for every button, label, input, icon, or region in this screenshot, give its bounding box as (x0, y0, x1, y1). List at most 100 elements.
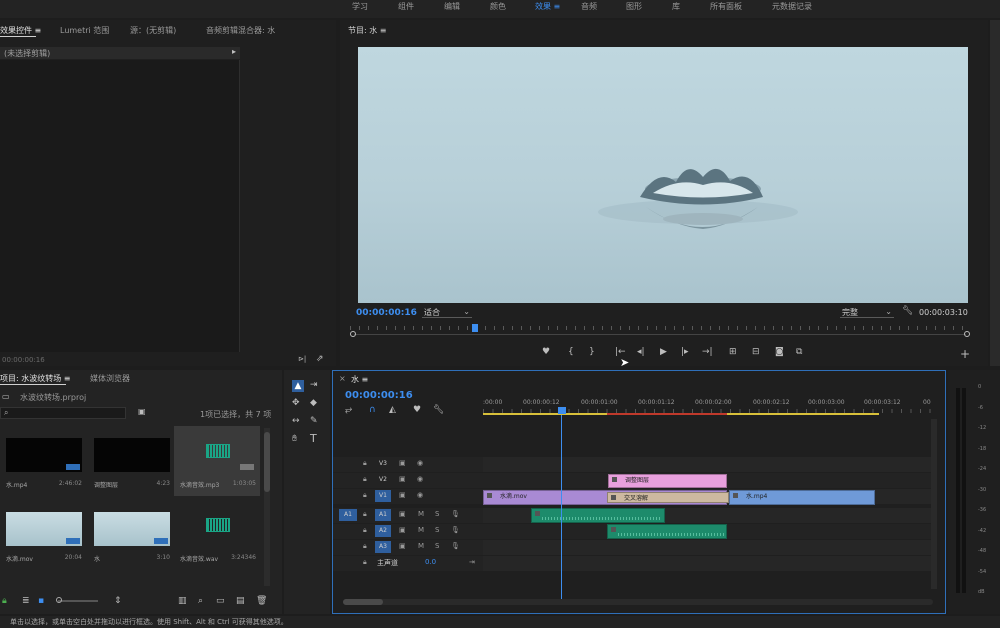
microphone-icon[interactable]: 🎙︎ (451, 542, 460, 550)
track-target-v3[interactable]: V3 (375, 458, 391, 470)
sequence-tab[interactable]: 水 ≡ (351, 374, 368, 385)
project-item[interactable]: 水滴音效.wav 3:24346 (174, 500, 260, 570)
project-item[interactable]: 水滴.mov 20:04 (0, 500, 86, 570)
razor-icon[interactable]: ◆ (310, 398, 317, 408)
track-target-v1[interactable]: V1 (375, 490, 391, 502)
project-item[interactable]: 水滴音效.mp3 1:03:05 (174, 426, 260, 496)
workspace-tab[interactable]: 学习 (352, 1, 368, 12)
extract-icon[interactable]: ⊟ (752, 347, 760, 357)
solo-button[interactable]: S (435, 526, 439, 534)
clip-adjustment-layer[interactable]: 调整图层 (608, 474, 727, 488)
mark-out-icon[interactable]: } (589, 347, 595, 357)
workspace-tab[interactable]: 库 (672, 1, 680, 12)
mute-button[interactable]: M (418, 542, 424, 550)
lock-icon[interactable]: 🔒︎ (363, 542, 367, 551)
program-title[interactable]: 节目: 水 ≡ (348, 25, 387, 36)
vertical-zoom-scroll[interactable] (931, 419, 937, 589)
lock-icon[interactable]: 🔒︎ (363, 558, 367, 567)
program-playhead[interactable] (471, 324, 478, 332)
slip-icon[interactable]: ↔ (292, 416, 300, 426)
lock-icon[interactable]: 🔒︎ (363, 491, 367, 500)
play-icon[interactable]: ▶ (660, 347, 667, 357)
toggle-sync-lock-icon[interactable]: ▣ (399, 491, 406, 499)
workspace-tab[interactable]: 颜色 (490, 1, 506, 12)
track-target-a2[interactable]: A2 (375, 525, 391, 537)
camera-icon[interactable]: ◙ (775, 347, 784, 357)
timeline-timecode[interactable]: 00:00:00:16 (345, 390, 413, 401)
lock-icon[interactable]: 🔒︎ (2, 596, 7, 606)
workspace-tab[interactable]: 图形 (626, 1, 642, 12)
nest-icon[interactable]: ⥂ (345, 405, 352, 415)
track-target-a1[interactable]: A1 (375, 509, 391, 521)
ripple-edit-icon[interactable]: ✥ (292, 398, 300, 408)
scrub-bar[interactable] (350, 324, 970, 342)
mark-in-icon[interactable]: { (568, 347, 574, 357)
hand-icon[interactable]: ✋︎ (292, 434, 297, 444)
microphone-icon[interactable]: 🎙︎ (451, 510, 460, 518)
project-item[interactable]: 调整图层 4:23 (88, 426, 174, 496)
new-bin-icon[interactable]: ▣ (138, 407, 146, 416)
linked-select-icon[interactable]: ◭ (389, 405, 396, 415)
program-timecode[interactable]: 00:00:00:16 (356, 308, 417, 318)
tab-source[interactable]: 源：(无剪辑) (130, 25, 176, 36)
track-target-a3[interactable]: A3 (375, 541, 391, 553)
snap-icon[interactable]: ∩ (369, 405, 376, 415)
audio-clip-a1[interactable] (531, 508, 665, 523)
list-view-icon[interactable]: ≣ (22, 596, 30, 606)
tab-effect-controls[interactable]: 效果控件 ≡ (0, 25, 41, 36)
clip-cross-dissolve[interactable]: 交叉溶解 (607, 492, 729, 503)
project-item[interactable]: 水.mp4 2:46:02 (0, 426, 86, 496)
track-target-v2[interactable]: V2 (375, 474, 391, 486)
toggle-sync-lock-icon[interactable]: ▣ (399, 526, 406, 534)
add-button-icon[interactable]: + (960, 347, 970, 361)
mute-button[interactable]: M (418, 510, 424, 518)
project-item[interactable]: 水 3:10 (88, 500, 174, 570)
go-to-end-icon[interactable]: ⇥ (469, 558, 475, 566)
clip-water-mp4[interactable]: 水.mp4 (729, 490, 875, 505)
export-icon[interactable]: ⇗ (316, 354, 324, 364)
workspace-tab[interactable]: 组件 (398, 1, 414, 12)
audio-clip-a2[interactable] (607, 524, 727, 539)
toggle-sync-lock-icon[interactable]: ▣ (399, 475, 406, 483)
eye-icon[interactable]: ◉ (417, 459, 423, 467)
workspace-tab[interactable]: 音频 (581, 1, 597, 12)
workspace-tab[interactable]: 效果 ≡ (535, 1, 560, 12)
microphone-icon[interactable]: 🎙︎ (451, 526, 460, 534)
icon-view-icon[interactable]: ▪ (38, 596, 44, 606)
source-patch-a1[interactable]: A1 (339, 509, 357, 521)
timeline-playhead[interactable] (558, 407, 566, 414)
workspace-tab[interactable]: 编辑 (444, 1, 460, 12)
lock-icon[interactable]: 🔒︎ (363, 459, 367, 468)
lock-icon[interactable]: 🔒︎ (363, 475, 367, 484)
eye-icon[interactable]: ◉ (417, 475, 423, 483)
wrench-icon[interactable]: 🔧︎ (902, 306, 913, 316)
tab-media-browser[interactable]: 媒体浏览器 (90, 373, 130, 384)
trash-icon[interactable]: 🗑︎ (256, 596, 267, 606)
marker-icon[interactable]: ♥︎ (542, 347, 550, 357)
go-to-out-icon[interactable]: →| (702, 347, 713, 357)
close-icon[interactable]: × (339, 374, 346, 383)
type-tool-icon[interactable]: T (310, 432, 317, 445)
lift-icon[interactable]: ⊞ (729, 347, 737, 357)
solo-button[interactable]: S (435, 542, 439, 550)
play-arrow-icon[interactable]: ▸ (232, 47, 236, 56)
toggle-sync-lock-icon[interactable]: ▣ (399, 459, 406, 467)
track-select-icon[interactable]: ⇥ (310, 380, 318, 390)
timeline-scrollbar[interactable] (343, 599, 933, 605)
find-icon[interactable]: ⌕ (198, 596, 203, 606)
mute-button[interactable]: M (418, 526, 424, 534)
tab-audio-clip-mixer[interactable]: 音频剪辑混合器: 水 (206, 25, 275, 36)
quality-select[interactable]: 完整 ⌄ (840, 307, 894, 318)
project-scrollbar[interactable] (264, 428, 270, 586)
master-volume[interactable]: 0.0 (425, 558, 436, 566)
lock-icon[interactable]: 🔒︎ (363, 510, 367, 519)
compare-icon[interactable]: ⧉ (796, 347, 802, 357)
eye-icon[interactable]: ◉ (417, 491, 423, 499)
pen-icon[interactable]: ✎ (310, 416, 318, 426)
solo-button[interactable]: S (435, 510, 439, 518)
sort-icon[interactable]: ⇕ (114, 596, 122, 606)
track-lane[interactable] (483, 556, 933, 571)
slider-handle[interactable] (56, 597, 62, 603)
add-marker-icon[interactable]: ♥︎ (413, 405, 421, 415)
search-input[interactable]: ⌕ (0, 407, 126, 419)
